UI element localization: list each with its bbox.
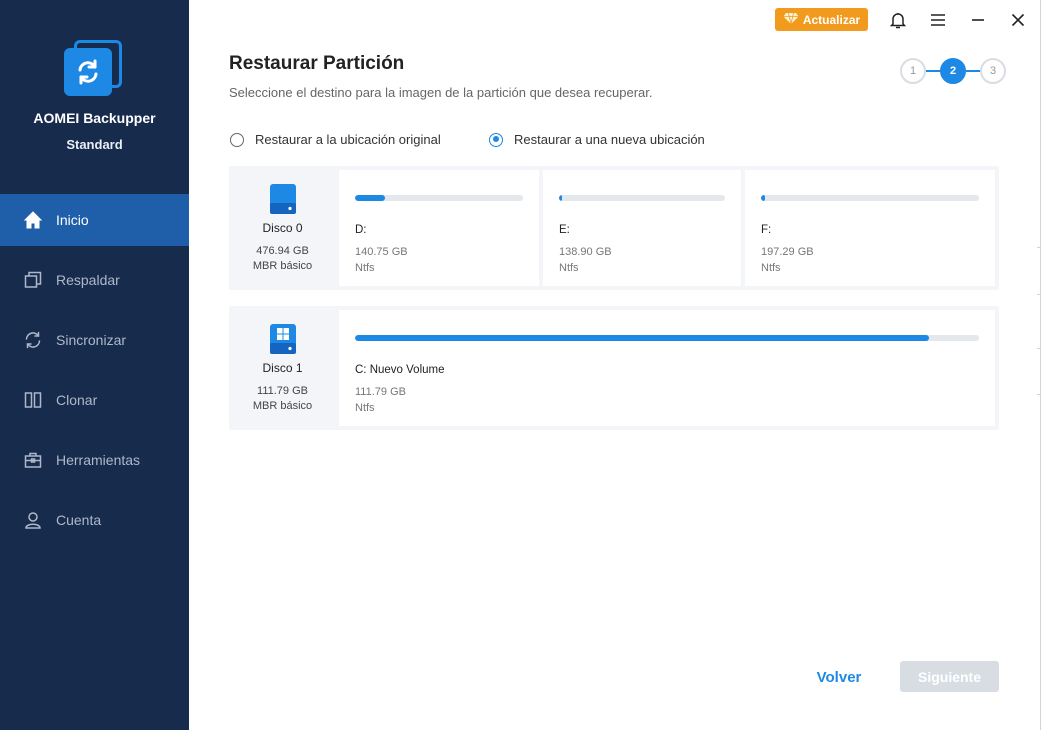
- sidebar-item-cuenta[interactable]: Cuenta: [0, 494, 189, 546]
- sidebar-item-label: Cuenta: [56, 512, 102, 528]
- diamond-icon: [783, 12, 799, 28]
- backup-icon: [22, 269, 44, 291]
- sidebar-item-clonar[interactable]: Clonar: [0, 374, 189, 426]
- partition-size: 140.75 GB: [355, 246, 408, 258]
- toolbox-icon: [22, 449, 44, 471]
- page-title: Restaurar Partición: [229, 53, 405, 74]
- usage-bar: [559, 195, 725, 201]
- partition-fs: Ntfs: [355, 402, 375, 414]
- partition-fs: Ntfs: [761, 262, 781, 274]
- option-new-location[interactable]: Restaurar a una nueva ubicación: [489, 132, 705, 147]
- system-drive-icon: [268, 323, 298, 355]
- disk-type: MBR básico: [252, 400, 313, 412]
- partition-size: 197.29 GB: [761, 246, 814, 258]
- sidebar: AOMEI Backupper Standard Inicio Respalda…: [0, 0, 189, 730]
- sidebar-item-label: Clonar: [56, 392, 98, 408]
- disk-row-0: Disco 0 476.94 GB MBR básico D: 140.75 G…: [229, 166, 999, 290]
- usage-bar-fill: [355, 195, 386, 201]
- sidebar-item-herramientas[interactable]: Herramientas: [0, 434, 189, 486]
- page-subtitle: Seleccione el destino para la imagen de …: [229, 85, 653, 100]
- partition-label: C: Nuevo Volume: [355, 364, 445, 376]
- clone-icon: [22, 389, 44, 411]
- back-button[interactable]: Volver: [800, 662, 878, 692]
- sidebar-nav: Inicio Respaldar Sincronizar Clonar Herr…: [0, 194, 189, 554]
- usage-bar: [355, 195, 523, 201]
- sidebar-item-label: Respaldar: [56, 272, 120, 288]
- disk-info: Disco 0 476.94 GB MBR básico: [229, 166, 336, 290]
- disk-name: Disco 0: [262, 221, 303, 235]
- close-icon[interactable]: [1008, 10, 1028, 30]
- bell-icon[interactable]: [888, 10, 908, 30]
- step-3: 3: [980, 58, 1006, 84]
- upgrade-button[interactable]: Actualizar: [775, 8, 868, 31]
- sidebar-item-label: Inicio: [56, 212, 89, 228]
- partition-label: E:: [559, 224, 570, 236]
- usage-bar: [355, 335, 979, 341]
- disk-size: 111.79 GB: [257, 385, 308, 397]
- partition-d[interactable]: D: 140.75 GB Ntfs: [339, 170, 539, 286]
- sidebar-item-inicio[interactable]: Inicio: [0, 194, 189, 246]
- disk-row-1: Disco 1 111.79 GB MBR básico C: Nuevo Vo…: [229, 306, 999, 430]
- radio-new[interactable]: [489, 132, 503, 147]
- option-label: Restaurar a la ubicación original: [255, 132, 441, 147]
- step-indicator: 1 2 3: [900, 58, 1010, 84]
- home-icon: [22, 209, 44, 231]
- disk-type: MBR básico: [252, 260, 313, 272]
- app-edition: Standard: [66, 137, 123, 152]
- window-border-tick: [1037, 348, 1041, 349]
- upgrade-label: Actualizar: [802, 12, 861, 27]
- sidebar-item-sincronizar[interactable]: Sincronizar: [0, 314, 189, 366]
- option-original-location[interactable]: Restaurar a la ubicación original: [230, 132, 441, 147]
- disk-info: Disco 1 111.79 GB MBR básico: [229, 306, 336, 430]
- option-label: Restaurar a una nueva ubicación: [514, 132, 705, 147]
- next-button[interactable]: Siguiente: [900, 661, 999, 692]
- partition-label: D:: [355, 224, 367, 236]
- partition-fs: Ntfs: [559, 262, 579, 274]
- partition-size: 111.79 GB: [355, 386, 406, 398]
- partition-fs: Ntfs: [355, 262, 375, 274]
- sidebar-item-respaldar[interactable]: Respaldar: [0, 254, 189, 306]
- usage-bar-fill: [355, 335, 930, 341]
- app-logo: [62, 38, 124, 100]
- partition-c[interactable]: C: Nuevo Volume 111.79 GB Ntfs: [339, 310, 995, 426]
- sync-logo-icon: [64, 48, 112, 96]
- partition-size: 138.90 GB: [559, 246, 612, 258]
- sync-icon: [22, 329, 44, 351]
- window-border-tick: [1037, 294, 1041, 295]
- user-icon: [22, 509, 44, 531]
- partition-f[interactable]: F: 197.29 GB Ntfs: [745, 170, 995, 286]
- sidebar-item-label: Herramientas: [56, 452, 141, 468]
- disk-name: Disco 1: [262, 361, 303, 375]
- menu-icon[interactable]: [928, 10, 948, 30]
- usage-bar: [761, 195, 979, 201]
- hard-drive-icon: [268, 183, 298, 215]
- window-border-tick: [1037, 247, 1041, 248]
- step-1: 1: [900, 58, 926, 84]
- partition-label: F:: [761, 224, 772, 236]
- minimize-icon[interactable]: [968, 10, 988, 30]
- radio-original[interactable]: [230, 132, 244, 147]
- app-name: AOMEI Backupper: [33, 110, 156, 126]
- usage-bar-fill: [761, 195, 766, 201]
- step-2-current: 2: [940, 58, 966, 84]
- window-border-tick: [1037, 394, 1041, 395]
- disk-size: 476.94 GB: [256, 245, 309, 257]
- usage-bar-fill: [559, 195, 563, 201]
- sidebar-item-label: Sincronizar: [56, 332, 127, 348]
- partition-e[interactable]: E: 138.90 GB Ntfs: [543, 170, 741, 286]
